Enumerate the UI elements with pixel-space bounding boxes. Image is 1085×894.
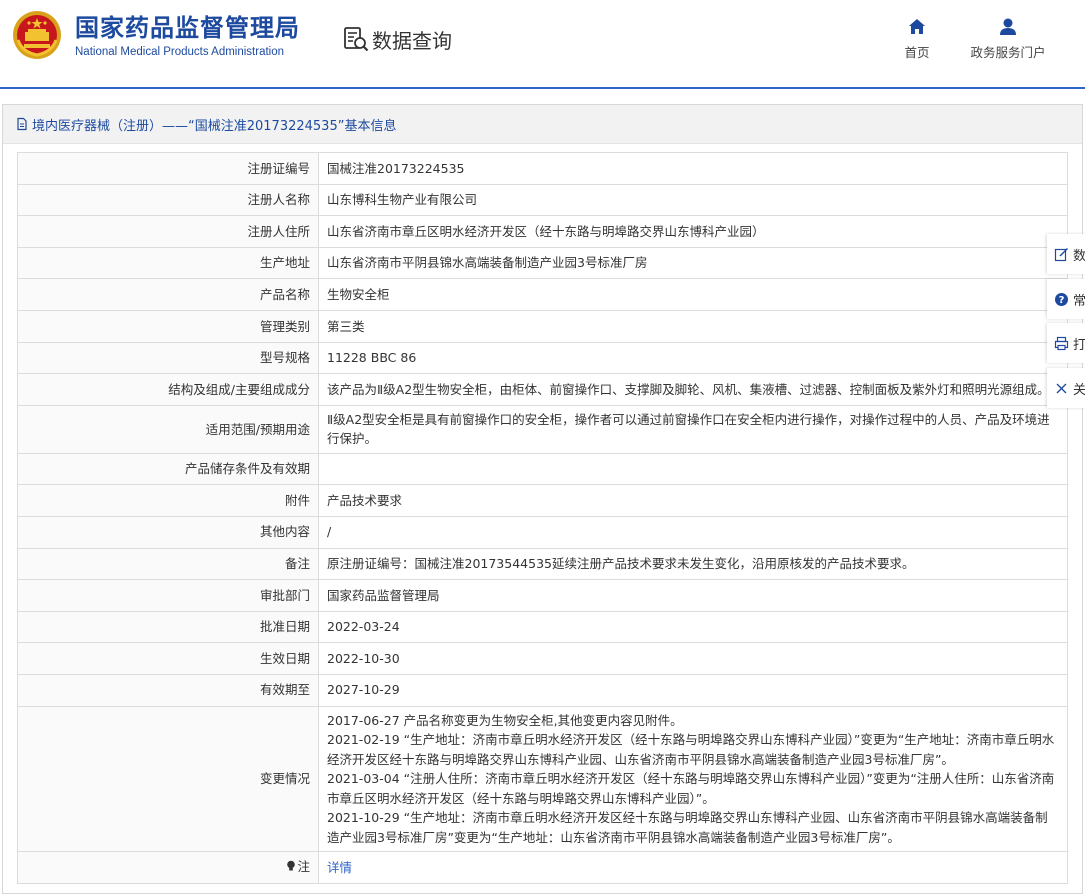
table-row: 生产地址 山东省济南市平阴县锦水高端装备制造产业园3号标准厂房 xyxy=(17,246,1068,280)
field-label: 注册人住所 xyxy=(17,215,319,248)
side-tool-faq[interactable]: ? 常 xyxy=(1047,279,1085,319)
national-emblem-icon xyxy=(13,11,61,59)
table-row: 产品储存条件及有效期 xyxy=(17,452,1068,486)
note-value: 详情 xyxy=(318,851,1068,884)
table-row: 注册证编号 国械注准20173224535 xyxy=(17,152,1068,185)
print-icon xyxy=(1054,336,1069,350)
table-row: 审批部门 国家药品监督管理局 xyxy=(17,579,1068,612)
table-row: 批准日期 2022-03-24 xyxy=(17,610,1068,644)
change-history-row: 变更情况 2017-06-27 产品名称变更为生物安全柜,其他变更内容见附件。 … xyxy=(17,705,1068,852)
panel-title: 境内医疗器械（注册）——“国械注准20173224535”基本信息 xyxy=(3,105,1082,144)
table-row: 注册人名称 山东博科生物产业有限公司 xyxy=(17,183,1068,217)
details-link[interactable]: 详情 xyxy=(327,860,352,875)
field-value: Ⅱ级A2型安全柜是具有前窗操作口的安全柜，操作者可以通过前窗操作口在安全柜内进行… xyxy=(318,404,1068,454)
side-tool-label: 关 xyxy=(1073,382,1085,398)
side-tool-label: 常 xyxy=(1073,293,1085,309)
field-value xyxy=(318,452,1068,486)
side-tool-data[interactable]: 数 xyxy=(1047,234,1085,274)
field-value: 该产品为Ⅱ级A2型生物安全柜，由柜体、前窗操作口、支撑脚及脚轮、风机、集液槽、过… xyxy=(318,373,1068,406)
note-row: 注 详情 xyxy=(17,851,1068,884)
field-label: 型号规格 xyxy=(17,341,319,375)
field-value: 国家药品监督管理局 xyxy=(318,579,1068,612)
field-label: 注册人名称 xyxy=(17,183,319,217)
change-entry: 2017-06-27 产品名称变更为生物安全柜,其他变更内容见附件。 xyxy=(327,712,683,728)
note-label-wrap: 注 xyxy=(286,857,310,877)
field-label: 批准日期 xyxy=(17,610,319,644)
note-label-cell: 注 xyxy=(17,851,319,884)
field-value: 第三类 xyxy=(318,309,1068,343)
device-info-table: 注册证编号 国械注准20173224535 注册人名称 山东博科生物产业有限公司 注… xyxy=(17,152,1068,884)
change-history: 2017-06-27 产品名称变更为生物安全柜,其他变更内容见附件。 2021-… xyxy=(318,705,1068,852)
change-entry: 2021-10-29 “生产地址：济南市章丘明水经济开发区经十东路与明埠路交界山… xyxy=(327,810,1048,845)
change-entry: 2021-03-04 “注册人住所：济南市章丘明水经济开发区（经十东路与明埠路交… xyxy=(327,771,1055,806)
field-label: 附件 xyxy=(17,484,319,517)
field-label: 产品储存条件及有效期 xyxy=(17,452,319,486)
field-label: 审批部门 xyxy=(17,579,319,612)
field-value: 生物安全柜 xyxy=(318,278,1068,311)
home-icon xyxy=(909,19,925,34)
field-label: 适用范围/预期用途 xyxy=(17,404,319,454)
table-row: 生效日期 2022-10-30 xyxy=(17,642,1068,675)
field-value: 2027-10-29 xyxy=(318,673,1068,707)
table-row: 注册人住所 山东省济南市章丘区明水经济开发区（经十东路与明埠路交界山东博科产业园） xyxy=(17,215,1068,248)
field-label: 有效期至 xyxy=(17,673,319,707)
field-value: 2022-03-24 xyxy=(318,610,1068,644)
table-row: 管理类别 第三类 xyxy=(17,309,1068,343)
table-row: 型号规格 11228 BBC 86 xyxy=(17,341,1068,375)
site-name: 国家药品监督管理局 xyxy=(75,14,300,42)
field-label: 生产地址 xyxy=(17,246,319,280)
site-name-english: National Medical Products Administration xyxy=(75,46,285,58)
field-value: 11228 BBC 86 xyxy=(318,341,1068,375)
field-value: 2022-10-30 xyxy=(318,642,1068,675)
help-icon: ? xyxy=(1055,292,1068,306)
document-icon xyxy=(17,117,27,131)
field-label: 其他内容 xyxy=(17,515,319,549)
table-row: 附件 产品技术要求 xyxy=(17,484,1068,517)
change-entry: 2021-02-19 “生产地址：济南市章丘明水经济开发区（经十东路与明埠路交界… xyxy=(327,732,1055,767)
table-row: 备注 原注册证编号：国械注准20173544535延续注册产品技术要求未发生变化，… xyxy=(17,547,1068,581)
field-value: 国械注准20173224535 xyxy=(318,152,1068,185)
svg-text:?: ? xyxy=(1059,295,1065,306)
table-row: 结构及组成/主要组成成分 该产品为Ⅱ级A2型生物安全柜，由柜体、前窗操作口、支撑脚… xyxy=(17,373,1068,406)
field-label: 变更情况 xyxy=(17,705,319,852)
nav-home-label: 首页 xyxy=(904,45,930,60)
field-value: 原注册证编号：国械注准20173544535延续注册产品技术要求未发生变化，沿用… xyxy=(318,547,1068,581)
table-row: 其他内容 / xyxy=(17,515,1068,549)
document-search-icon xyxy=(344,27,369,52)
field-label: 产品名称 xyxy=(17,278,319,311)
side-tool-print[interactable]: 打 xyxy=(1047,323,1085,363)
side-tool-close[interactable]: 关 xyxy=(1047,368,1085,408)
field-label: 生效日期 xyxy=(17,642,319,675)
note-label: 注 xyxy=(297,858,310,874)
table-row: 适用范围/预期用途 Ⅱ级A2型安全柜是具有前窗操作口的安全柜，操作者可以通过前窗操… xyxy=(17,404,1068,454)
bulb-icon xyxy=(287,861,296,871)
side-tool-label: 数 xyxy=(1073,248,1085,264)
table-row: 有效期至 2027-10-29 xyxy=(17,673,1068,707)
data-query-heading: 数据查询 xyxy=(342,24,452,54)
field-label: 结构及组成/主要组成成分 xyxy=(17,373,319,406)
panel-title-text: 境内医疗器械（注册）——“国械注准20173224535”基本信息 xyxy=(32,118,397,134)
field-value: 山东博科生物产业有限公司 xyxy=(318,183,1068,217)
field-label: 注册证编号 xyxy=(17,152,319,185)
nav-service-portal-label: 政务服务门户 xyxy=(970,45,1046,60)
site-header: 国家药品监督管理局 National Medical Products Admi… xyxy=(0,0,1085,89)
detail-panel: 境内医疗器械（注册）——“国械注准20173224535”基本信息 注册证编号国… xyxy=(2,104,1083,894)
side-tool-label: 打 xyxy=(1073,337,1085,353)
field-value: 山东省济南市章丘区明水经济开发区（经十东路与明埠路交界山东博科产业园） xyxy=(318,215,1068,248)
nav-home[interactable]: 首页 xyxy=(902,16,932,61)
edit-icon xyxy=(1054,247,1068,261)
field-value: / xyxy=(318,515,1068,549)
field-value: 产品技术要求 xyxy=(318,484,1068,517)
close-icon xyxy=(1056,383,1067,393)
field-label: 备注 xyxy=(17,547,319,581)
field-label: 管理类别 xyxy=(17,309,319,343)
nav-service-portal[interactable]: 政务服务门户 xyxy=(968,16,1048,61)
user-icon xyxy=(1000,18,1016,35)
field-value: 山东省济南市平阴县锦水高端装备制造产业园3号标准厂房 xyxy=(318,246,1068,280)
table-row: 产品名称 生物安全柜 xyxy=(17,278,1068,311)
data-query-title: 数据查询 xyxy=(372,28,452,53)
